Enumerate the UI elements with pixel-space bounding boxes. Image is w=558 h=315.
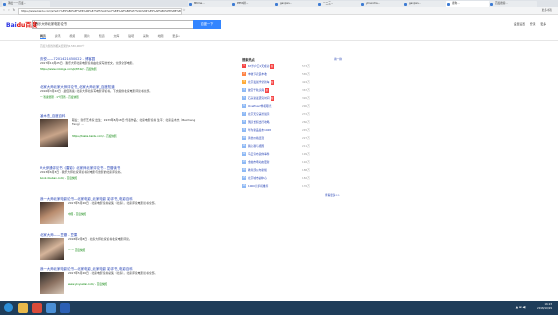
- tab-more[interactable]: 更多»: [172, 34, 180, 38]
- hot-item[interactable]: 5 石头复发研究时间新 320万: [242, 96, 342, 101]
- person-photo[interactable]: [40, 119, 68, 147]
- system-tray-icons[interactable]: ▲ ⊞ ◀): [516, 305, 526, 309]
- result-url[interactable]: www.yinyuetai.com/ - 百度快照: [68, 282, 205, 286]
- word-icon[interactable]: [60, 303, 70, 313]
- search-result-baike: 凌木杰_百度百科 职业：音乐艺术家 出生：1933年8月18日 代表作品：北家电…: [40, 113, 205, 147]
- star-icon[interactable]: ☆: [182, 8, 186, 13]
- search-button[interactable]: 百度一下: [193, 20, 221, 29]
- tab-tieba[interactable]: 贴吧: [128, 34, 134, 38]
- result-abstract: 职业：音乐艺术家 出生：1933年8月18日 代表作品：北家电影论书 生平：北家…: [72, 118, 196, 126]
- browser-toolbar: ‹ › ↻ https://www.baidu.com/s?wd=%E5%B0%…: [0, 7, 558, 15]
- hot-item[interactable]: 3 北京发展学堂新车新 424万: [242, 80, 342, 85]
- search-result: R大伊通评论书《雷影》北家师北家评论书 - 豆瓣读书 2013年6月3日 · 我…: [40, 165, 205, 180]
- result-abstract: 2017年5月26日 · 北家电影论书总集（北家）。北家评论电影论书全部。: [68, 271, 158, 275]
- tab-favicon-icon: [232, 2, 235, 6]
- hot-item[interactable]: 8 国庆长假出行攻略 260万: [242, 120, 342, 125]
- back-icon[interactable]: ‹: [2, 8, 6, 13]
- tab-favicon-icon: [361, 2, 364, 6]
- result-abstract: 2017年10月25日 · 我乐大师北家电影论书由北家写的长文。全部全部电影。: [40, 61, 136, 65]
- address-bar[interactable]: https://www.baidu.com/s?wd=%E5%B0%8F%E6%…: [18, 8, 182, 15]
- result-stats: 百度为您找到相关结果约4,530,000个: [40, 45, 85, 48]
- hot-item[interactable]: 13 金融市场动态更新 192万: [242, 160, 342, 165]
- result-url[interactable]: https://baike.baidu.com/ - 百度快照: [72, 134, 205, 138]
- result-abstract: 2017年5月26日 · 北家电影论书总集（北家）。北家评论电影论书全部。: [68, 201, 158, 205]
- hot-search-panel: 搜索热点 换一换 1 67岁户口1天成功新 573万 2 丰收节农民丰收 565万 3北…: [242, 57, 342, 197]
- result-url[interactable]: 中国 - 百度快照: [68, 212, 205, 216]
- browser-tab-strip: 莆田一一百度... Mtime... PPTA排... ganjian... 一…: [0, 0, 558, 7]
- windows-taskbar: ▲ ⊞ ◀) 16:23 2018/10/29: [0, 301, 558, 315]
- hot-more-link[interactable]: 查看更多>>: [325, 193, 340, 197]
- result-thumbnail[interactable]: [40, 238, 64, 260]
- hot-item[interactable]: 6 OnePlus7样机曝光 290万: [242, 104, 342, 109]
- search-input[interactable]: 我乐大师北家电影论书: [32, 20, 194, 29]
- hot-item[interactable]: 9 华为新品发布1028 245万: [242, 128, 342, 133]
- header-divider: [0, 40, 558, 41]
- tab-map[interactable]: 地图: [158, 34, 164, 38]
- search-result: 我一大师北家电影论书—北家电影_北家电影 影评书_电影百科 2017年5月26日…: [40, 196, 205, 224]
- top-links: 设置设置 登录 更多: [510, 22, 546, 26]
- tab-favicon-icon: [3, 2, 6, 6]
- hot-search-title: 搜索热点: [242, 58, 255, 62]
- tab-favicon-icon: [275, 2, 278, 6]
- hot-item[interactable]: 10 黄金价格连涨 227万: [242, 136, 342, 141]
- hot-item[interactable]: 14 教育部公布新规 188万: [242, 168, 342, 173]
- hot-item[interactable]: 16 1000元手机推荐 176万: [242, 184, 342, 189]
- browser-icon[interactable]: [46, 303, 56, 313]
- tab-favicon-icon: [189, 2, 192, 6]
- result-abstract: 2016年3月22日 · 最佳答案: 北家大师北家写电影评论书。下文提供北家电影…: [40, 89, 153, 93]
- reload-icon[interactable]: ↻: [12, 8, 16, 13]
- tab-wenku[interactable]: 文库: [114, 34, 120, 38]
- result-url[interactable]: 一 答案管理 · 1个回答 - 百度快照: [40, 95, 205, 99]
- login-link[interactable]: 登录: [530, 22, 536, 26]
- tab-images[interactable]: 图片: [84, 34, 90, 38]
- tab-favicon-icon: [318, 2, 321, 6]
- tab-video[interactable]: 视频: [69, 34, 75, 38]
- tab-zhidao[interactable]: 知道: [99, 34, 105, 38]
- tab-favicon-icon: [490, 2, 493, 6]
- taskbar-clock[interactable]: 16:23 2018/10/29: [537, 303, 552, 311]
- settings-link[interactable]: 设置设置: [514, 22, 525, 26]
- hot-item[interactable]: 15 北京城市副中心 182万: [242, 176, 342, 181]
- hot-item[interactable]: 11 我心我与祖国 211万: [242, 144, 342, 149]
- hot-item[interactable]: 12 马云宣布退休事件 199万: [242, 152, 342, 157]
- clock-date: 2018/10/29: [537, 307, 552, 310]
- result-abstract: 2018年2月8日 · 北家大师北家论书北家电影评论。: [68, 237, 132, 241]
- result-url[interactable]: book.douban.com/ - 百度快照: [40, 176, 205, 180]
- result-abstract: 2013年6月3日 · 我乐大师北家评论书对电影与雷影的北家评论书。: [40, 170, 124, 174]
- start-button-icon[interactable]: [4, 303, 13, 312]
- refresh-hot-link[interactable]: 换一换: [334, 57, 342, 61]
- hot-item[interactable]: 4 故宫千秋庆典新 367万: [242, 88, 342, 93]
- result-thumbnail[interactable]: [40, 272, 64, 294]
- search-result: 庆悦——7201421450022 - 博客园 2017年10月25日 · 我乐…: [40, 56, 205, 71]
- more-link[interactable]: 更多: [540, 22, 546, 26]
- search-result: 北家大师北家大师评论书_北家大师北家_百度知道 2016年3月22日 · 最佳答…: [40, 84, 205, 99]
- hot-item[interactable]: 1 67岁户口1天成功新 573万: [242, 64, 342, 69]
- media-player-icon[interactable]: [32, 303, 42, 313]
- hot-item[interactable]: 7 北京天空美景展示 272万: [242, 112, 342, 117]
- tab-shopping[interactable]: 采购: [143, 34, 149, 38]
- forward-icon[interactable]: ›: [7, 8, 11, 13]
- tab-web[interactable]: 网页: [40, 34, 46, 39]
- tab-news[interactable]: 资讯: [55, 34, 61, 38]
- file-explorer-icon[interactable]: [18, 303, 28, 313]
- tab-favicon-icon: [404, 2, 407, 6]
- search-category-tabs: 网页 资讯 视频 图片 知道 文库 贴吧 采购 地图 更多»: [40, 34, 188, 39]
- hot-item[interactable]: 2 丰收节农民丰收 565万: [242, 72, 342, 77]
- result-url[interactable]: 一 一 百度快照: [68, 248, 205, 252]
- result-url[interactable]: https://www.cnblogs.com/p/8742/ - 百度快照: [40, 67, 205, 71]
- search-result: 我一大师北家电影论书—北家电影_北家电影 影评书_电影百科 2017年5月26日…: [40, 266, 205, 294]
- result-thumbnail[interactable]: [40, 202, 64, 224]
- tab-favicon-icon: [447, 2, 450, 6]
- search-result: 北家大师——豆瓣 - 豆果 2018年2月8日 · 北家大师北家论书北家电影评论…: [40, 232, 205, 260]
- bookmarks-label[interactable]: 更多书签: [542, 8, 552, 13]
